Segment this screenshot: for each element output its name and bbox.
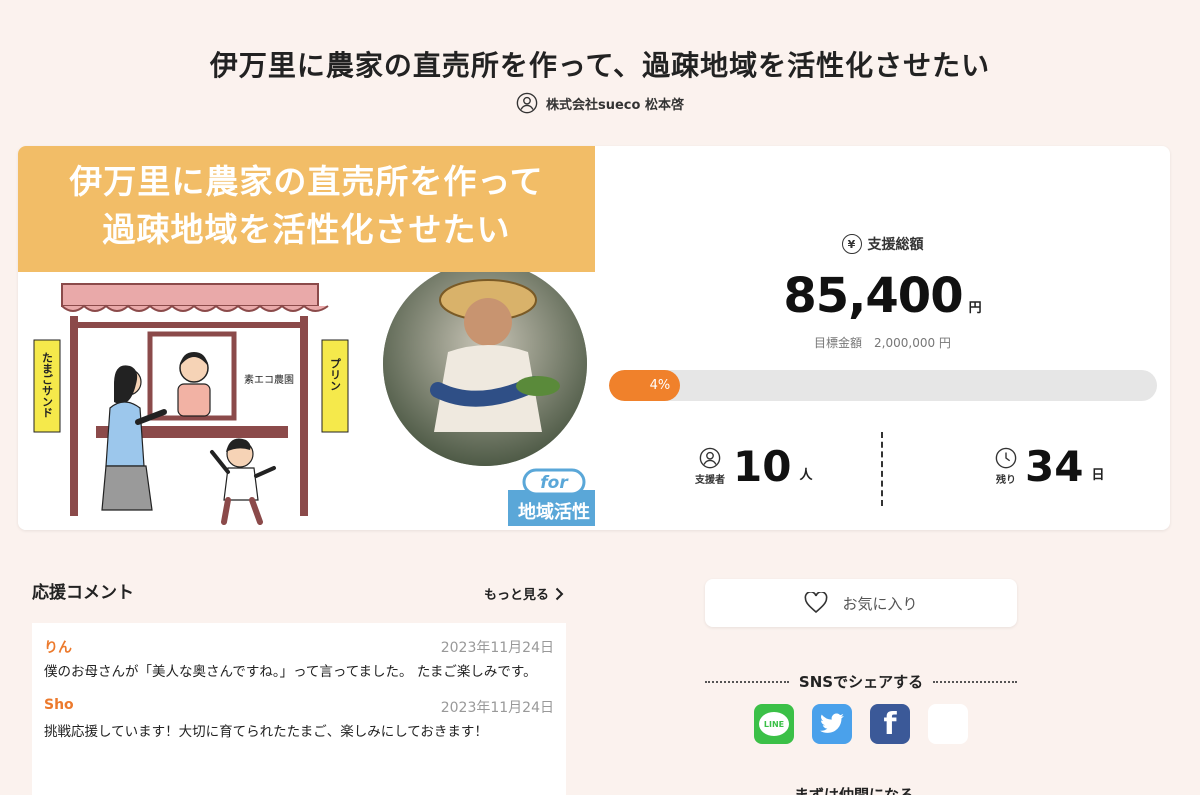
comment-text: 挑戦応援しています！大切に育てられたたまご、楽しみにしておきます！	[44, 724, 488, 740]
sign-left: たまごサンド	[41, 352, 54, 418]
hero-banner: 伊万里に農家の直売所を作って 過疎地域を活性化させたい	[18, 146, 595, 272]
comment-item: Sho 2023年11月24日 挑戦応援しています！大切に育てられたたまご、楽し…	[44, 697, 554, 743]
project-card: 伊万里に農家の直売所を作って 過疎地域を活性化させたい たまごサンド プリン 素…	[18, 146, 1170, 530]
hero-banner-line1: 伊万里に農家の直売所を作って	[69, 162, 544, 201]
remaining-label: 残り	[996, 475, 1016, 486]
comment-item: りん 2023年11月24日 僕のお母さんが「美人な奥さんですね。」って言ってま…	[44, 637, 554, 683]
sns-share-label: SNSでシェアする	[798, 673, 924, 691]
stats-divider	[881, 432, 883, 506]
sns-buttons: LINE f n	[754, 704, 968, 744]
sign-right: プリン	[329, 358, 342, 391]
page-title: 伊万里に農家の直売所を作って、過疎地域を活性化させたい	[209, 49, 991, 82]
hero-illustration: たまごサンド プリン 素エコ農園 for 地域活性	[33, 272, 595, 526]
owner-line[interactable]: 株式会社sueco 松本啓	[0, 92, 1200, 114]
supporter-icon	[699, 447, 721, 469]
remaining-unit: 日	[1091, 468, 1105, 483]
funding-stats: ¥ 支援総額 85,400 円 目標金額 2,000,000 円 4% 支援者 1…	[595, 146, 1170, 530]
clock-icon	[995, 447, 1017, 469]
facebook-icon-text: f	[883, 706, 897, 742]
note-icon-text: n	[939, 710, 957, 738]
amount-value: 85,400	[783, 268, 963, 324]
badge-for: for	[540, 473, 569, 493]
facebook-icon[interactable]: f	[870, 704, 910, 744]
progress-bar: 4%	[609, 370, 1157, 401]
comments-heading: 応援コメント	[32, 583, 134, 603]
comment-text: 僕のお母さんが「美人な奥さんですね。」って言ってました。 たまご楽しみです。	[44, 664, 537, 680]
supporters-unit: 人	[799, 468, 813, 483]
line-icon-text: LINE	[759, 712, 789, 736]
progress-fill: 4%	[609, 370, 681, 401]
total-label-text: 支援総額	[867, 237, 924, 253]
comment-author: りん	[44, 640, 72, 656]
shop-awning	[61, 283, 329, 312]
dots-divider	[705, 680, 789, 683]
dots-divider	[933, 680, 1018, 683]
badge-label: 地域活性	[518, 501, 590, 523]
twitter-bird-icon	[820, 713, 844, 733]
owner-name: 株式会社sueco 松本啓	[546, 97, 684, 113]
more-comments-label: もっと見る	[484, 588, 550, 603]
note-icon[interactable]: n	[928, 704, 968, 744]
join-heading-cutoff: まずは仲間になる	[794, 786, 915, 795]
comments-list: りん 2023年11月24日 僕のお母さんが「美人な奥さんですね。」って言ってま…	[32, 623, 566, 795]
comment-author: Sho	[44, 697, 74, 713]
amount-unit: 円	[968, 301, 982, 316]
supporters-label: 支援者	[695, 475, 725, 486]
hero-banner-line2: 過疎地域を活性化させたい	[102, 210, 511, 249]
supporters-count: 10	[733, 442, 792, 491]
goal-amount: 目標金額 2,000,000 円	[814, 336, 951, 350]
line-icon[interactable]: LINE	[754, 704, 794, 744]
more-comments-link[interactable]: もっと見る	[484, 584, 564, 603]
twitter-icon[interactable]	[812, 704, 852, 744]
sns-share-heading: SNSでシェアする	[705, 671, 1018, 692]
total-label: ¥ 支援総額	[595, 234, 1170, 254]
comment-date: 2023年11月24日	[440, 700, 554, 716]
favorite-label: お気に入り	[842, 594, 918, 613]
supporters-counter: 支援者 10 人	[695, 442, 812, 491]
yen-icon: ¥	[841, 234, 862, 254]
favorite-button[interactable]: お気に入り	[705, 579, 1017, 627]
comment-date: 2023年11月24日	[440, 640, 554, 656]
heart-icon	[805, 592, 828, 614]
remaining-count: 34	[1025, 442, 1084, 491]
remaining-counter: 残り 34 日	[995, 442, 1104, 491]
shop-sign: 素エコ農園	[244, 373, 294, 386]
chevron-right-icon	[555, 587, 564, 600]
total-amount: 85,400 円	[595, 268, 1170, 324]
user-icon	[516, 92, 538, 114]
hero-image: 伊万里に農家の直売所を作って 過疎地域を活性化させたい たまごサンド プリン 素…	[18, 146, 595, 530]
